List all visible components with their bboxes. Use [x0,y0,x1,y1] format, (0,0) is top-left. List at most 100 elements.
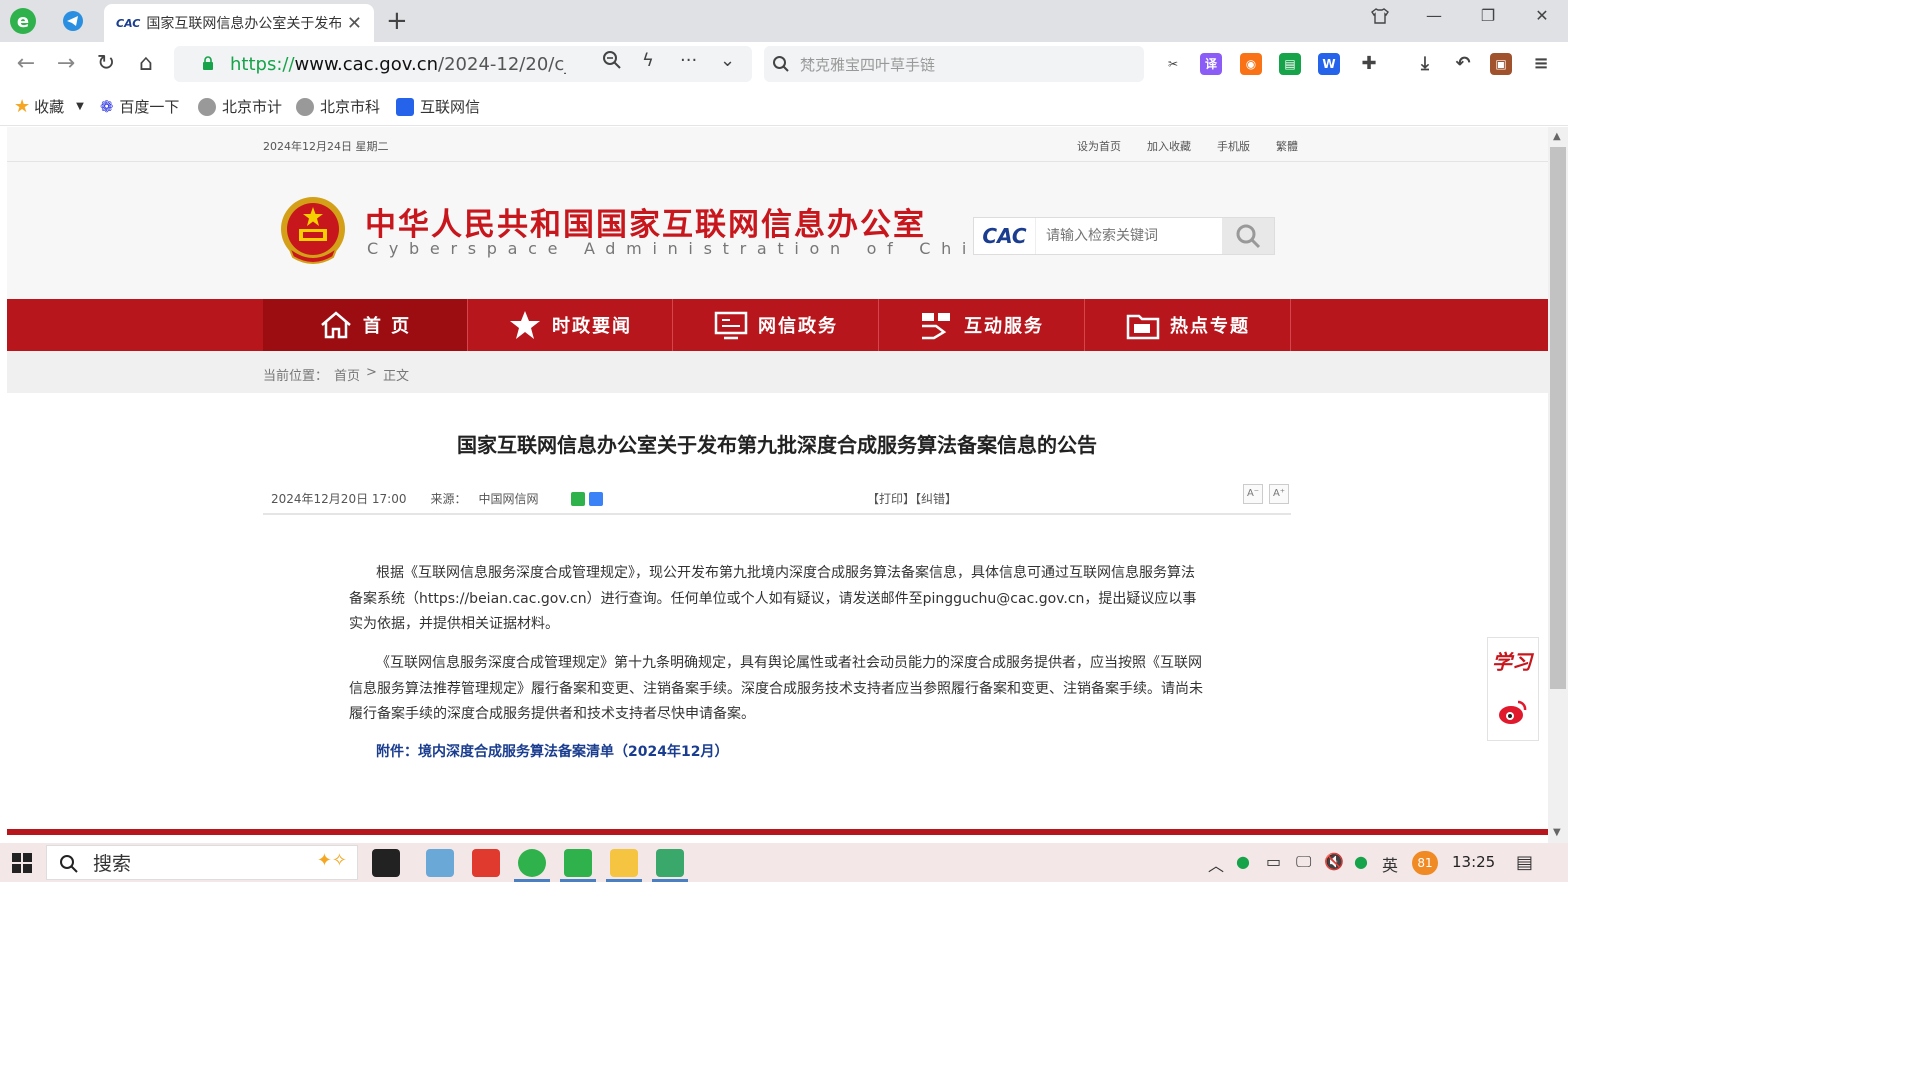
article-datetime: 2024年12月20日 17:00 [271,492,407,506]
app-indicator [560,879,596,882]
scroll-down-arrow[interactable]: ▼ [1553,827,1561,838]
scroll-up-arrow[interactable]: ▲ [1553,131,1561,142]
nav-cyber-affairs[interactable]: 网信政务 [674,299,879,351]
app-indicator [652,879,688,882]
network-icon[interactable]: 🖵 [1296,852,1311,872]
word-icon[interactable]: W [1318,53,1340,75]
top-links: 设为首页 加入收藏 手机版 繁體 [1077,138,1298,154]
attachment-link[interactable]: 附件：境内深度合成服务算法备案清单（2024年12月） [376,741,728,761]
nav-politics-news[interactable]: 时政要闻 [468,299,673,351]
site-title[interactable]: 中华人民共和国国家互联网信息办公室 [365,199,926,244]
gamepad-icon[interactable]: ◉ [1240,53,1262,75]
battery-icon[interactable]: ▭ [1266,852,1281,871]
briefcase-icon[interactable]: ▣ [1490,53,1512,75]
undo-icon[interactable]: ↶ [1452,53,1474,75]
site-header: 中华人民共和国国家互联网信息办公室 Cyberspace Administrat… [7,163,1548,299]
nav-hot-topics[interactable]: 热点专题 [1086,299,1291,351]
wechat-app-icon[interactable] [564,849,592,877]
site-search-button[interactable] [1222,218,1274,254]
input-language[interactable]: 英 [1382,852,1398,876]
browser-logo-icon[interactable]: e [8,6,38,36]
browser-search-box[interactable]: 梵克雅宝四叶草手链 [764,46,1144,82]
restore-button[interactable]: ❐ [1468,6,1508,32]
translate-icon[interactable]: 译 [1200,53,1222,75]
action-center-icon[interactable]: ▤ [1516,852,1533,873]
scissors-icon[interactable]: ✂ [1162,53,1184,75]
wps-app-icon[interactable] [472,849,500,877]
copilot-app-icon[interactable] [372,849,400,877]
browser-app-icon[interactable] [518,849,546,877]
baidu-paw-icon: ❁ [100,97,114,116]
telegram-pinned-tab-icon[interactable] [58,6,88,36]
scrollbar-thumb[interactable] [1550,147,1566,689]
national-emblem-icon[interactable] [279,195,347,267]
svg-text:e: e [17,11,29,32]
font-decrease-button[interactable]: A⁻ [1243,484,1263,504]
menu-icon[interactable]: ≡ [1530,53,1552,75]
reload-button[interactable]: ↻ [92,50,120,78]
close-window-button[interactable]: ✕ [1522,6,1562,32]
file-manager-app-icon[interactable] [426,849,454,877]
print-correct-links[interactable]: 【打印】【纠错】 [867,490,957,507]
site-subtitle: Cyberspace Administration of China [367,239,1019,258]
tab-active[interactable]: CAC 国家互联网信息办公室关于发布 ✕ [104,4,374,42]
breadcrumb-prefix: 当前位置： [263,369,329,384]
bookmark-favorites[interactable]: ★ 收藏 ▼ [14,96,84,117]
taskbar-search-box[interactable]: 搜索 ✦✧ [46,845,358,880]
volume-muted-icon[interactable]: 🔇 [1324,852,1344,871]
weibo-icon[interactable] [1498,698,1528,728]
app-indicator [606,879,642,882]
wechat-share-icon[interactable] [570,491,585,506]
source-label: 来源： [430,492,467,506]
home-button[interactable]: ⌂ [132,50,160,78]
mobile-version-link[interactable]: 手机版 [1217,138,1250,154]
add-favorite-link[interactable]: 加入收藏 [1147,138,1191,154]
explorer-app-icon[interactable] [610,849,638,877]
breadcrumb: 当前位置： 首页 > 正文 [7,351,1548,393]
more-icon[interactable]: ··· [680,50,697,71]
bookmark-beijing-2[interactable]: 北京市科 [296,96,380,117]
zoom-icon[interactable] [602,50,622,75]
cac-favicon-icon: CAC [116,16,141,30]
bookmark-internet-info[interactable]: 互联网信 [396,96,480,117]
remote-desktop-app-icon[interactable] [656,849,684,877]
taskbar-clock[interactable]: 13:25 [1452,853,1495,871]
lightning-icon[interactable]: ϟ [642,50,654,71]
new-tab-button[interactable]: + [386,6,408,36]
star-share-icon[interactable] [588,491,603,506]
nav-home[interactable]: 首 页 [263,299,468,351]
tab-close-icon[interactable]: ✕ [347,13,362,34]
lock-icon [203,56,213,70]
shirt-icon[interactable] [1360,6,1400,32]
notification-badge[interactable]: 81 [1412,851,1438,875]
traditional-chinese-link[interactable]: 繁體 [1276,138,1298,154]
chevron-down-icon[interactable]: ⌄ [720,50,735,71]
wechat-tray-icon[interactable]: ● [1354,852,1368,871]
back-button[interactable]: ← [12,50,40,78]
article-content: 国家互联网信息办公室关于发布第九批深度合成服务算法备案信息的公告 2024年12… [7,393,1548,843]
address-bar[interactable]: https://www.cac.gov.cn/2024-12/20/c_1736… [174,46,752,82]
page-scrollbar[interactable]: ▲ ▼ [1548,127,1568,843]
footer-divider [7,829,1548,835]
set-homepage-link[interactable]: 设为首页 [1077,138,1121,154]
site-search-input[interactable] [1036,218,1222,254]
reader-icon[interactable]: ▤ [1279,53,1301,75]
url-text[interactable]: https://www.cac.gov.cn/2024-12/20/c_1736… [230,54,566,75]
tray-expand-icon[interactable]: ︿ [1208,852,1224,876]
bookmark-baidu[interactable]: ❁ 百度一下 [100,96,179,117]
security-tray-icon[interactable]: ● [1236,852,1250,871]
bookmark-beijing-1[interactable]: 北京市计 [198,96,282,117]
star-icon [510,311,540,339]
windows-start-icon[interactable] [12,853,32,873]
screen-icon [714,311,748,340]
extensions-puzzle-icon[interactable]: ✚ [1358,53,1380,75]
chevron-down-icon[interactable]: ▼ [76,101,84,112]
forward-button[interactable]: → [52,50,80,78]
xuexi-logo-icon[interactable]: 学习 [1492,646,1532,675]
breadcrumb-home[interactable]: 首页 [334,365,360,384]
search-icon [773,56,789,72]
download-icon[interactable]: ⤓ [1414,53,1436,75]
nav-interactive-services[interactable]: 互动服务 [880,299,1085,351]
font-increase-button[interactable]: A⁺ [1269,484,1289,504]
minimize-button[interactable]: — [1414,6,1454,32]
